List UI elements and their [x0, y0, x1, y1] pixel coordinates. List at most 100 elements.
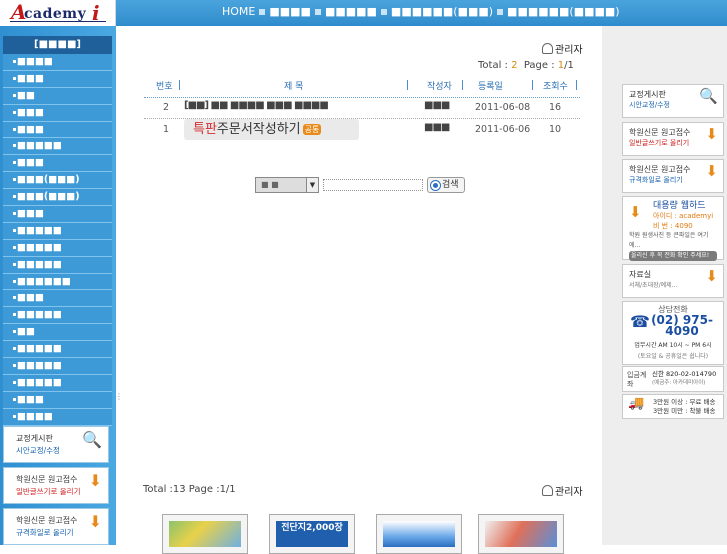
top-bar: A cademy i HOME ■■■■ ■■■■■ ■■■■■■(■■■) ■■■■■… — [0, 0, 727, 26]
search-input[interactable] — [323, 179, 423, 191]
gallery-thumb[interactable] — [162, 514, 248, 554]
logo-underline — [10, 21, 106, 22]
sidebar-item[interactable]: ■■■■■ — [3, 256, 112, 274]
download-arrow-icon: ⬇ — [705, 125, 718, 143]
gallery-thumb[interactable]: 전단지2,000장 — [269, 514, 355, 554]
nav-bullet-icon — [314, 8, 321, 15]
col-header-views: 조회수 — [543, 82, 568, 92]
sidebar-item[interactable]: ■■■ — [3, 70, 112, 88]
sidebar-item[interactable]: ■■■ — [3, 290, 112, 308]
sidebar-item[interactable]: ■■■■■ — [3, 138, 112, 156]
sidebar-item[interactable]: ■■■■■ — [3, 307, 112, 325]
magnifier-icon: 🔍 — [82, 430, 102, 449]
chevron-down-icon: ▼ — [306, 178, 318, 192]
sidebar-item[interactable]: ■■■■ — [3, 408, 112, 426]
col-header-number: 번호 — [156, 82, 173, 92]
sidebar-item[interactable]: ■■■■■ — [3, 341, 112, 359]
right-banner-bank-account: 입금계좌 신한 820-02-014790 (예금주: 아카데미아이) — [622, 366, 724, 392]
nav-item-4[interactable]: ■■■■■■(■■■■) — [507, 5, 620, 18]
nav-bullet-icon — [380, 8, 387, 15]
download-arrow-icon: ⬇ — [705, 162, 718, 180]
row-views: 10 — [549, 124, 562, 135]
row-date: 2011-06-08 — [475, 102, 531, 113]
page-total: /1 — [564, 60, 574, 71]
webhard-warning: 올리신 후 꼭 전화 확인 주세요! — [629, 251, 717, 261]
common-tag-badge: 공통 — [302, 124, 322, 135]
column-divider — [179, 80, 180, 90]
logo-text: cademy — [24, 6, 87, 22]
row-author: ■■■ — [424, 122, 450, 133]
sidebar-banner-proofreading[interactable]: 교정게시판 시안교정/수정 🔍 — [3, 426, 109, 463]
gallery-thumb[interactable] — [376, 514, 462, 554]
search-button[interactable]: 검색 — [427, 177, 465, 193]
person-icon — [542, 485, 553, 496]
gallery-admin-link[interactable]: 관리자 — [542, 483, 583, 498]
delivery-cod: 3만원 미만 : 착불 배송 — [653, 407, 716, 415]
thumb-image — [485, 521, 557, 547]
column-divider — [532, 80, 533, 90]
sidebar-item[interactable]: ■■■ — [3, 206, 112, 223]
download-arrow-icon: ⬇ — [705, 267, 718, 285]
nav-item-1[interactable]: ■■■■ — [269, 5, 311, 18]
column-divider — [462, 80, 463, 90]
row-title-link[interactable]: [■■] ■■ ■■■■ ■■■ ■■■■ — [184, 100, 329, 111]
right-banner-phone[interactable]: 상담전화 ☎ (02) 975-4090 업무시간 AM 10시 ~ PM 6시… — [622, 301, 724, 365]
download-arrow-icon: ⬇ — [88, 471, 102, 490]
person-icon — [542, 43, 553, 54]
admin-link[interactable]: 관리자 — [542, 41, 583, 56]
nav-bullet-icon — [497, 8, 504, 15]
row-title-link[interactable]: 특판주문서작성하기 공통 — [184, 119, 359, 140]
right-banner-webhard[interactable]: ⬇ 대용량 웹하드 아이디 : academyi 비 번 : 4090 학원 원… — [622, 196, 724, 261]
sidebar-banner-manuscript-file[interactable]: 학원신문 원고접수 규격화일로 올리기 ⬇ — [3, 508, 109, 545]
sidebar-item[interactable]: ■■■■■ — [3, 374, 112, 392]
sidebar-resize-handle[interactable]: ⋮ — [115, 392, 123, 401]
admin-label: 관리자 — [555, 45, 583, 56]
sidebar-item[interactable]: ■■■■■ — [3, 358, 112, 375]
right-banner-delivery: 🚚 3만원 이상 : 무료 배송 3만원 미만 : 착불 배송 — [622, 394, 724, 419]
main-content: 관리자 Total : 2 Page : 1/1 번호 제 목 작성자 등록일 … — [122, 26, 602, 554]
sidebar-item[interactable]: ■■■ — [3, 391, 112, 409]
sidebar-item[interactable]: ■■■ — [3, 155, 112, 173]
sidebar-item[interactable]: ■■■■ — [3, 54, 112, 71]
download-arrow-icon: ⬇ — [88, 512, 102, 531]
right-banner-proofreading[interactable]: 교정게시판 시안교정/수정 🔍 — [622, 84, 724, 118]
thumb-image: 전단지2,000장 — [276, 521, 348, 547]
sidebar-banner-manuscript-write[interactable]: 학원신문 원고접수 일반글쓰기로 올리기 ⬇ — [3, 467, 109, 504]
sidebar-item[interactable]: ■■■ — [3, 104, 112, 122]
board-total: Total : 2 Page : 1/1 — [478, 60, 574, 71]
search-field-select[interactable]: ■ ■ ▼ — [255, 177, 319, 193]
right-banner-manuscript-write[interactable]: 학원신문 원고접수 일반글쓰기로 올리기 ⬇ — [622, 122, 724, 156]
column-divider — [407, 80, 408, 90]
col-header-author: 작성자 — [427, 82, 452, 92]
sidebar-item[interactable]: ■■■ — [3, 121, 112, 139]
nav-item-2[interactable]: ■■■■■ — [325, 5, 377, 18]
sidebar-item[interactable]: ■■ — [3, 87, 112, 105]
sidebar-menu: ■■■■ ■■■ ■■ ■■■ ■■■ ■■■■■ ■■■ ■■■(■■■) ■… — [3, 54, 112, 426]
delivery-free: 3만원 이상 : 무료 배송 — [653, 398, 716, 406]
nav-home[interactable]: HOME — [222, 5, 255, 18]
sidebar-item[interactable]: ■■■(■■■) — [3, 172, 112, 190]
sidebar-item[interactable]: ■■ — [3, 324, 112, 342]
sidebar-item[interactable]: ■■■■■ — [3, 239, 112, 257]
row-number: 1 — [163, 124, 170, 135]
sidebar-item[interactable]: ■■■■■ — [3, 222, 112, 240]
banner-subtitle: 규격화일로 올리기 — [629, 176, 683, 184]
total-count: 2 — [511, 60, 518, 71]
sidebar-item[interactable]: ■■■(■■■) — [3, 189, 112, 207]
nav-item-3[interactable]: ■■■■■■(■■■) — [391, 5, 493, 18]
col-header-title: 제 목 — [284, 82, 304, 92]
banner-title: 학원신문 원고접수 — [629, 128, 691, 137]
title-highlight: 특판 — [193, 122, 217, 137]
webhard-password: 비 번 : 4090 — [653, 222, 693, 230]
site-logo[interactable]: A cademy i — [0, 0, 116, 26]
gallery-total: Total :13 Page :1/1 — [143, 484, 236, 495]
admin-label: 관리자 — [555, 487, 583, 498]
thumb-image — [383, 521, 455, 547]
webhard-id: 아이디 : academyi — [653, 212, 714, 220]
account-label: 입금계좌 — [627, 371, 647, 388]
gallery-thumb[interactable] — [478, 514, 564, 554]
sidebar-item[interactable]: ■■■■■■ — [3, 273, 112, 291]
delivery-truck-icon: 🚚 — [628, 396, 645, 411]
right-banner-resources[interactable]: 자료실 서체/초대장/예제... ⬇ — [622, 264, 724, 298]
right-banner-manuscript-file[interactable]: 학원신문 원고접수 규격화일로 올리기 ⬇ — [622, 159, 724, 193]
